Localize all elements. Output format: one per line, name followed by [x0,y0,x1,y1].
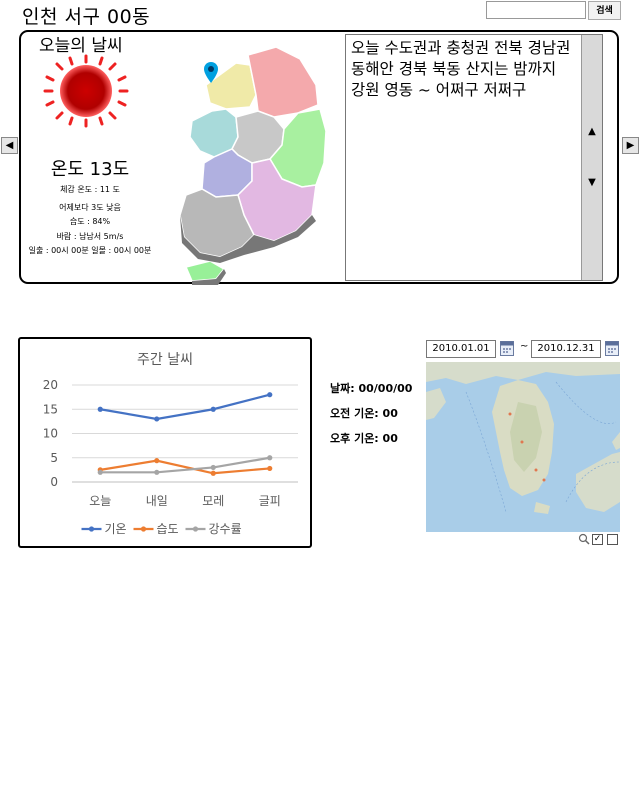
mini-map[interactable] [426,362,620,532]
date-separator: ~ [520,341,529,352]
y-tick-label: 20 [43,378,58,392]
forecast-text: 오늘 수도권과 충청권 전북 경남권 동해안 경북 북동 산지는 밤까지 강원 … [351,39,571,99]
map-layer-checkbox-1[interactable]: ✓ [592,534,603,545]
search-button[interactable]: 검색 [588,1,621,20]
calendar-icon[interactable] [605,341,619,356]
legend-label: 강수률 [209,522,242,536]
start-date-input[interactable]: 2010.01.01 [426,340,496,358]
sun-icon [43,54,129,128]
prev-button[interactable]: ◀ [1,137,18,154]
sunrise-sunset: 일출 : 00시 00분 일몰 : 00시 00분 [28,246,152,255]
map-layer-checkbox-2[interactable] [607,534,618,545]
region-map[interactable] [178,45,328,285]
x-tick-label: 모레 [202,494,224,508]
forecast-scrollbar[interactable] [581,35,602,280]
temperature-compare: 어제보다 3도 낮음 [59,203,121,212]
x-tick-label: 오늘 [89,494,111,508]
end-date-input[interactable]: 2010.12.31 [531,340,601,358]
data-point [267,455,273,461]
series-line [100,393,271,421]
search-input[interactable] [486,1,586,19]
data-point [210,406,216,412]
info-am-temp: 오전 기온: 00 [330,407,398,420]
y-tick-label: 10 [43,427,58,441]
wind: 바람 : 남남서 5m/s [56,232,124,241]
data-point [267,465,273,472]
y-tick-label: 5 [50,451,58,465]
info-pm-temp: 오후 기온: 00 [330,432,398,445]
info-date: 날짜: 00/00/00 [330,382,413,395]
data-point [267,392,273,398]
legend-label: 기온 [105,522,127,536]
chart-title: 주간 날씨 [137,352,193,368]
legend-marker [88,526,95,532]
data-point [154,416,160,422]
data-point [97,469,103,475]
y-tick-label: 0 [50,475,58,489]
data-point [210,464,216,471]
data-point [97,406,103,412]
legend-marker [140,526,147,532]
calendar-icon[interactable] [500,341,514,356]
page-title: 인천 서구 00동 [22,6,151,28]
data-point [154,458,160,464]
feels-like: 체감 온도 : 11 도 [60,185,120,194]
scroll-down-button[interactable]: ▼ [584,176,600,190]
zoom-icon[interactable] [578,533,590,545]
temperature: 온도 13도 [50,159,130,180]
legend-marker [192,526,199,532]
weekly-chart: 주간 날씨 0 5 10 15 20 오늘 내일 모레 글피 기온 습도 강수률 [43,352,298,536]
data-point [154,469,160,475]
y-tick-label: 15 [43,402,58,416]
legend-label: 습도 [157,522,179,536]
data-point [210,470,216,476]
scroll-up-button[interactable]: ▲ [584,125,600,139]
next-button[interactable]: ▶ [622,137,639,154]
humidity: 습도 : 84% [69,217,111,226]
x-tick-label: 글피 [259,494,281,508]
x-tick-label: 내일 [146,494,168,508]
